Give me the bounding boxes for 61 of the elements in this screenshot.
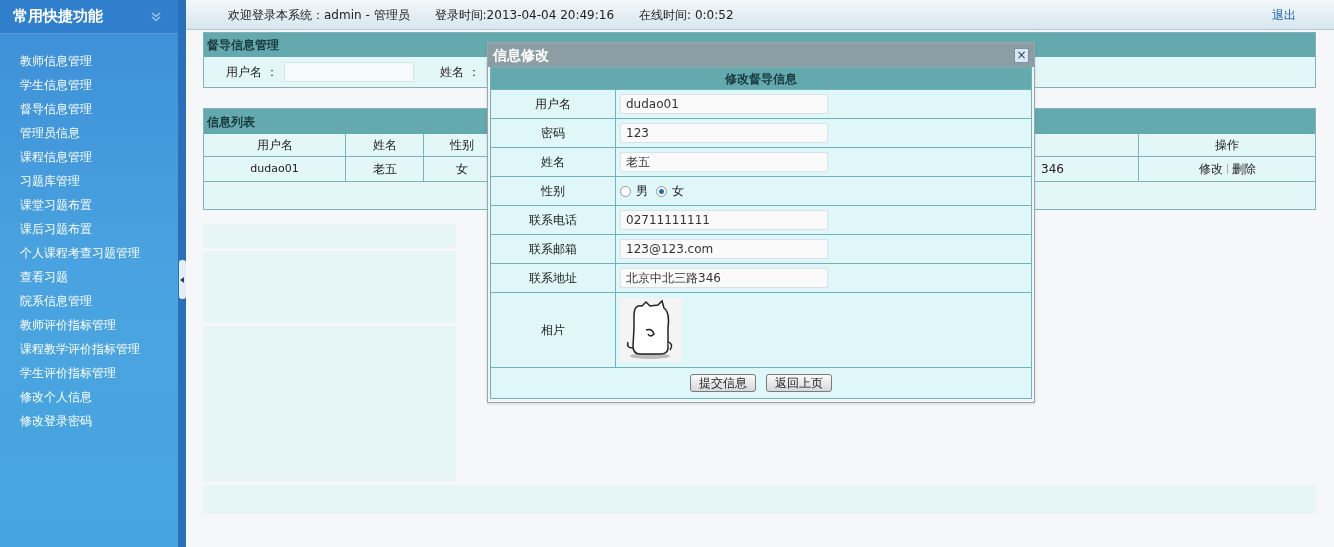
sidebar-item[interactable]: 教师信息管理: [20, 52, 178, 71]
table-cell-text: 老五: [372, 161, 397, 178]
collapse-handle[interactable]: [178, 260, 186, 299]
text-field[interactable]: 北京中北三路346: [620, 268, 828, 288]
form-button[interactable]: 提交信息: [690, 374, 756, 392]
text-field[interactable]: 123: [620, 123, 828, 143]
sidebar-item[interactable]: 课堂习题布置: [20, 196, 178, 215]
sidebar-item[interactable]: 课程信息管理: [20, 148, 178, 167]
form-heading: 修改督导信息: [725, 70, 797, 88]
field-label: 密码: [541, 125, 565, 142]
sidebar-item[interactable]: 课后习题布置: [20, 220, 178, 239]
sidebar-item[interactable]: 教师评价指标管理: [20, 316, 178, 335]
sidebar-item[interactable]: 管理员信息: [20, 124, 178, 143]
action-link[interactable]: 修改: [1198, 160, 1223, 178]
panel-title: 督导信息管理: [207, 37, 279, 54]
sidebar-item[interactable]: 习题库管理: [20, 172, 178, 191]
sidebar-item[interactable]: 课程教学评价指标管理: [20, 340, 178, 359]
radio-option[interactable]: 女: [656, 182, 684, 200]
sidebar-item[interactable]: 修改个人信息: [20, 388, 178, 407]
column-header: 操作: [1215, 137, 1239, 154]
login-time: 登录时间:2013-04-04 20:49:16: [434, 6, 615, 24]
search-label: 用户名 ：: [226, 64, 278, 81]
field-label: 联系邮箱: [529, 241, 577, 258]
column-header: 性别: [450, 137, 474, 154]
field-label: 相片: [541, 322, 565, 339]
field-label: 联系电话: [529, 212, 577, 229]
sidebar-item[interactable]: 院系信息管理: [20, 292, 178, 311]
close-button[interactable]: ×: [1014, 47, 1029, 63]
sidebar-title: 常用快捷功能: [13, 6, 103, 28]
radio-button[interactable]: [656, 185, 667, 197]
text-field[interactable]: 02711111111: [620, 210, 828, 230]
radio-button[interactable]: [620, 185, 631, 197]
sidebar-item[interactable]: 学生评价指标管理: [20, 364, 178, 383]
radio-option[interactable]: 男: [620, 182, 648, 200]
table-cell-text: 346: [1041, 161, 1064, 178]
field-label: 姓名: [541, 154, 565, 171]
field-label: 用户名: [535, 96, 571, 113]
double-chevron-down-icon[interactable]: [151, 11, 161, 22]
sidebar-item[interactable]: 修改登录密码: [20, 412, 178, 431]
sidebar-item[interactable]: 查看习题: [20, 268, 178, 287]
column-header: 姓名: [372, 137, 397, 154]
sidebar-item[interactable]: 个人课程考查习题管理: [20, 244, 178, 263]
search-field[interactable]: [283, 62, 414, 82]
column-header: 用户名: [256, 137, 293, 154]
text-field[interactable]: dudao01: [620, 94, 828, 114]
field-label: 联系地址: [529, 270, 577, 287]
text-field[interactable]: 123@123.com: [620, 239, 828, 259]
welcome-text: 欢迎登录本系统：admin - 管理员: [228, 6, 410, 24]
sidebar-item[interactable]: 学生信息管理: [20, 76, 178, 95]
form-button[interactable]: 返回上页: [766, 374, 832, 392]
text-field[interactable]: 老五: [620, 152, 828, 172]
logout-link[interactable]: 退出: [1272, 5, 1296, 24]
panel-title: 信息列表: [207, 113, 255, 131]
action-link[interactable]: 删除: [1231, 160, 1256, 178]
dialog-title: 信息修改: [493, 45, 549, 65]
table-cell-text: dudao01: [250, 160, 299, 177]
sidebar-item[interactable]: 督导信息管理: [20, 100, 178, 119]
search-label: 姓名 ：: [439, 64, 480, 81]
field-label: 性别: [541, 183, 565, 200]
online-time: 在线时间: 0:0:52: [639, 6, 734, 24]
table-cell-text: 女: [456, 161, 468, 178]
